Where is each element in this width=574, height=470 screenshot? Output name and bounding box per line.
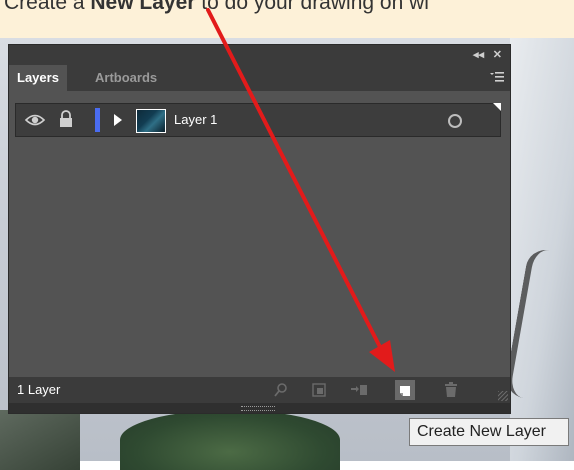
panel-tabs: Layers Artboards <box>9 65 510 91</box>
collapse-panel-icon[interactable]: ◂◂ <box>473 48 484 61</box>
clipping-mask-icon[interactable] <box>309 380 329 400</box>
tab-layers[interactable]: Layers <box>9 65 67 91</box>
leaf-photo <box>0 410 80 470</box>
grip-dots-icon <box>241 406 275 411</box>
close-panel-icon[interactable]: ✕ <box>493 48 502 61</box>
layer-count: 1 Layer <box>17 382 61 397</box>
layer-name[interactable]: Layer 1 <box>174 104 217 136</box>
sublayer-icon[interactable] <box>349 380 369 400</box>
layers-list: Layer 1 <box>9 91 510 377</box>
tooltip: Create New Layer <box>409 418 569 446</box>
expand-triangle-icon[interactable] <box>114 114 122 126</box>
lock-icon[interactable] <box>56 104 76 136</box>
layer-row[interactable]: Layer 1 <box>15 103 501 137</box>
caption-bold: New Layer <box>90 0 196 14</box>
layers-panel: ◂◂ ✕ Layers Artboards Layer 1 1 Layer <box>8 44 511 414</box>
search-icon[interactable] <box>271 380 291 400</box>
selection-corner-icon <box>493 103 501 111</box>
green-object-photo <box>120 410 340 470</box>
target-circle-icon[interactable] <box>448 114 462 128</box>
panel-resize-bar[interactable] <box>9 403 510 413</box>
panel-menu-icon[interactable] <box>490 71 504 86</box>
panel-footer: 1 Layer <box>9 377 510 403</box>
resize-grip-icon[interactable] <box>498 391 508 401</box>
layer-thumbnail <box>136 109 166 133</box>
caption-prefix: Create a <box>4 0 91 14</box>
caption-suffix: to do your drawing on wi <box>195 0 429 14</box>
panel-titlebar[interactable]: ◂◂ ✕ <box>9 45 510 65</box>
instruction-caption: Create a New Layer to do your drawing on… <box>0 0 574 38</box>
visibility-eye-icon[interactable] <box>24 104 46 136</box>
trash-icon[interactable] <box>441 380 461 400</box>
new-layer-icon[interactable] <box>395 380 415 400</box>
tab-artboards[interactable]: Artboards <box>87 65 165 91</box>
layer-color-swatch <box>95 108 100 132</box>
